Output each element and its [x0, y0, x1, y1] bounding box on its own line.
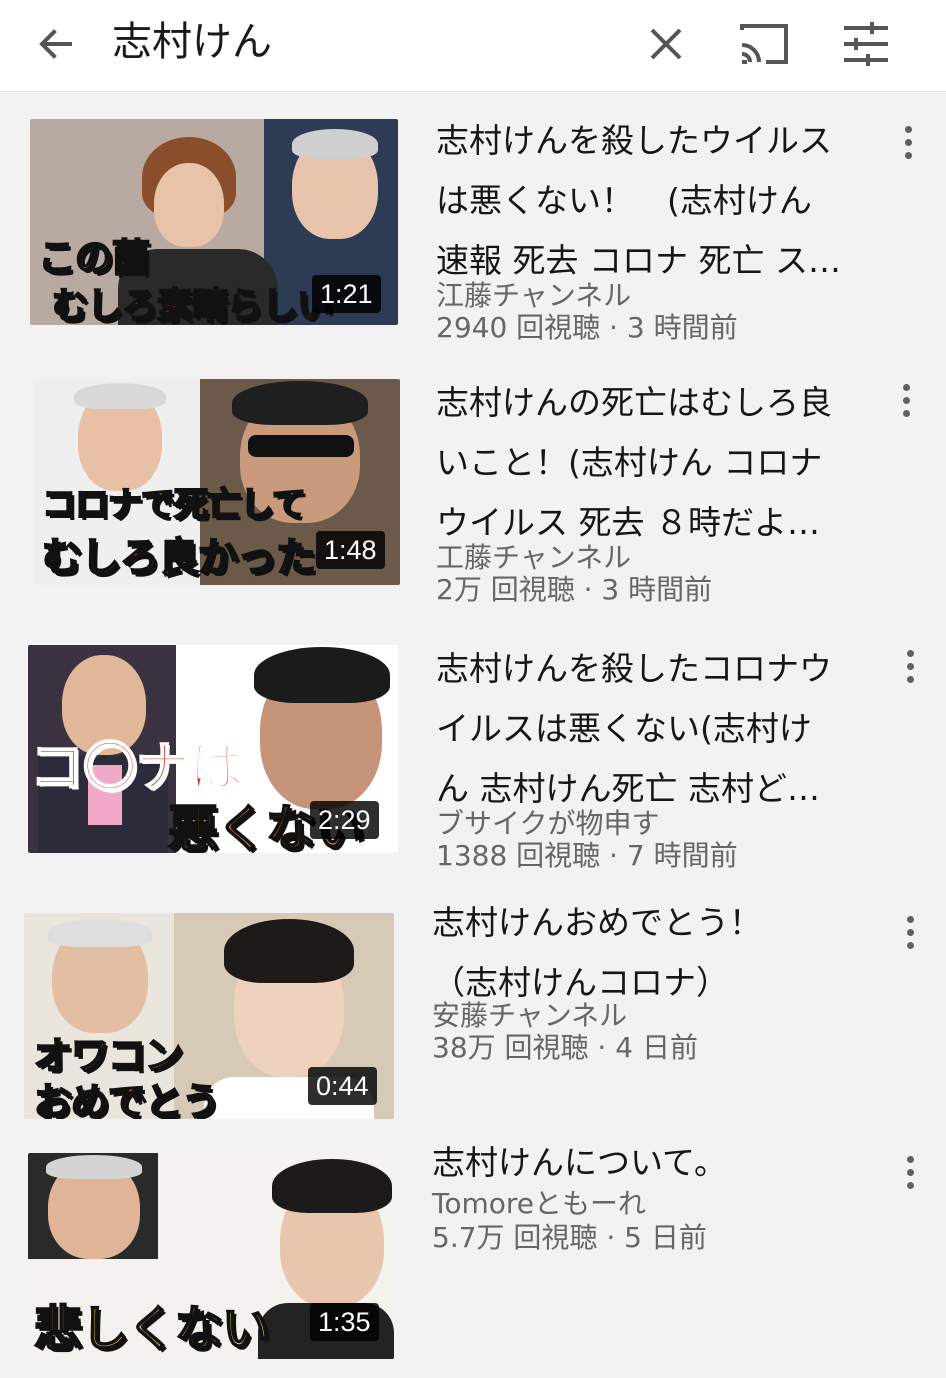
search-query-text[interactable]: 志村けん [112, 14, 272, 70]
search-results-list: この菌 むしろ素晴らしい 1:21 志村けんを殺したウイルス は悪くない！ (志… [0, 93, 946, 1378]
video-result-item[interactable]: 悲しくない 1:35 志村けんについて。 Tomoreともーれ 5.7万 回視聴… [0, 1143, 946, 1367]
search-header: 志村けん [0, 0, 946, 92]
thumbnail-caption: この菌 [37, 235, 151, 281]
duration-badge: 2:29 [310, 801, 379, 839]
video-result-item[interactable]: この菌 むしろ素晴らしい 1:21 志村けんを殺したウイルス は悪くない！ (志… [0, 111, 946, 351]
duration-badge: 1:48 [316, 531, 385, 569]
video-meta: 38万 回視聴 · 4 日前 [432, 1031, 698, 1064]
video-title[interactable]: 志村けんについて。 [432, 1133, 882, 1193]
video-meta: 2940 回視聴 · 3 時間前 [436, 311, 738, 344]
duration-badge: 0:44 [308, 1067, 377, 1105]
more-vert-icon[interactable] [902, 1153, 918, 1193]
video-meta: 1388 回視聴 · 7 時間前 [436, 839, 738, 872]
channel-name[interactable]: ブサイクが物申す [436, 807, 659, 841]
thumbnail-caption: むしろ素晴らしい [51, 285, 334, 325]
more-vert-icon[interactable] [900, 123, 916, 163]
more-vert-icon[interactable] [902, 913, 918, 953]
thumbnail-caption: おめでとう [33, 1079, 221, 1119]
arrow-back-icon[interactable] [32, 20, 80, 68]
thumbnail-caption: 悲しくない [33, 1300, 271, 1358]
video-title[interactable]: 志村けんおめでとう！ （志村けんコロナ） [432, 893, 882, 1013]
video-thumbnail[interactable]: 悲しくない 1:35 [28, 1153, 394, 1359]
more-vert-icon[interactable] [898, 381, 914, 421]
video-title[interactable]: 志村けんを殺したコロナウ イルスは悪くない(志村け ん 志村けん死亡 志村ど… [436, 639, 886, 819]
filter-sliders-icon[interactable] [840, 18, 892, 70]
thumbnail-caption: むしろ良かった [41, 534, 317, 582]
thumbnail-caption: コロナで死亡して [41, 484, 307, 526]
video-meta: 2万 回視聴 · 3 時間前 [436, 573, 713, 606]
video-thumbnail[interactable]: コ〇ナは 悪くない 2:29 [28, 645, 398, 853]
video-meta: 5.7万 回視聴 · 5 日前 [432, 1221, 707, 1254]
channel-name[interactable]: 安藤チャンネル [432, 999, 627, 1033]
video-result-item[interactable]: コロナで死亡して むしろ良かった 1:48 志村けんの死亡はむしろ良 いこと！(… [0, 373, 946, 613]
video-result-item[interactable]: オワコン おめでとう 0:44 志村けんおめでとう！ （志村けんコロナ） 安藤チ… [0, 903, 946, 1127]
video-title[interactable]: 志村けんを殺したウイルス は悪くない！ (志村けん 速報 死去 コロナ 死亡 ス… [436, 111, 886, 291]
video-result-item[interactable]: コ〇ナは 悪くない 2:29 志村けんを殺したコロナウ イルスは悪くない(志村け… [0, 639, 946, 879]
channel-name[interactable]: 江藤チャンネル [436, 279, 631, 313]
channel-name[interactable]: 工藤チャンネル [436, 541, 631, 575]
video-title[interactable]: 志村けんの死亡はむしろ良 いこと！(志村けん コロナ ウイルス 死去 ８時だよ… [436, 373, 886, 553]
close-icon[interactable] [642, 20, 690, 68]
more-vert-icon[interactable] [902, 647, 918, 687]
channel-name[interactable]: Tomoreともーれ [432, 1187, 646, 1221]
cast-icon[interactable] [736, 18, 792, 70]
video-thumbnail[interactable]: この菌 むしろ素晴らしい 1:21 [30, 119, 398, 325]
duration-badge: 1:35 [310, 1303, 379, 1341]
video-thumbnail[interactable]: オワコン おめでとう 0:44 [24, 913, 394, 1119]
video-thumbnail[interactable]: コロナで死亡して むしろ良かった 1:48 [34, 379, 400, 585]
duration-badge: 1:21 [312, 275, 381, 313]
